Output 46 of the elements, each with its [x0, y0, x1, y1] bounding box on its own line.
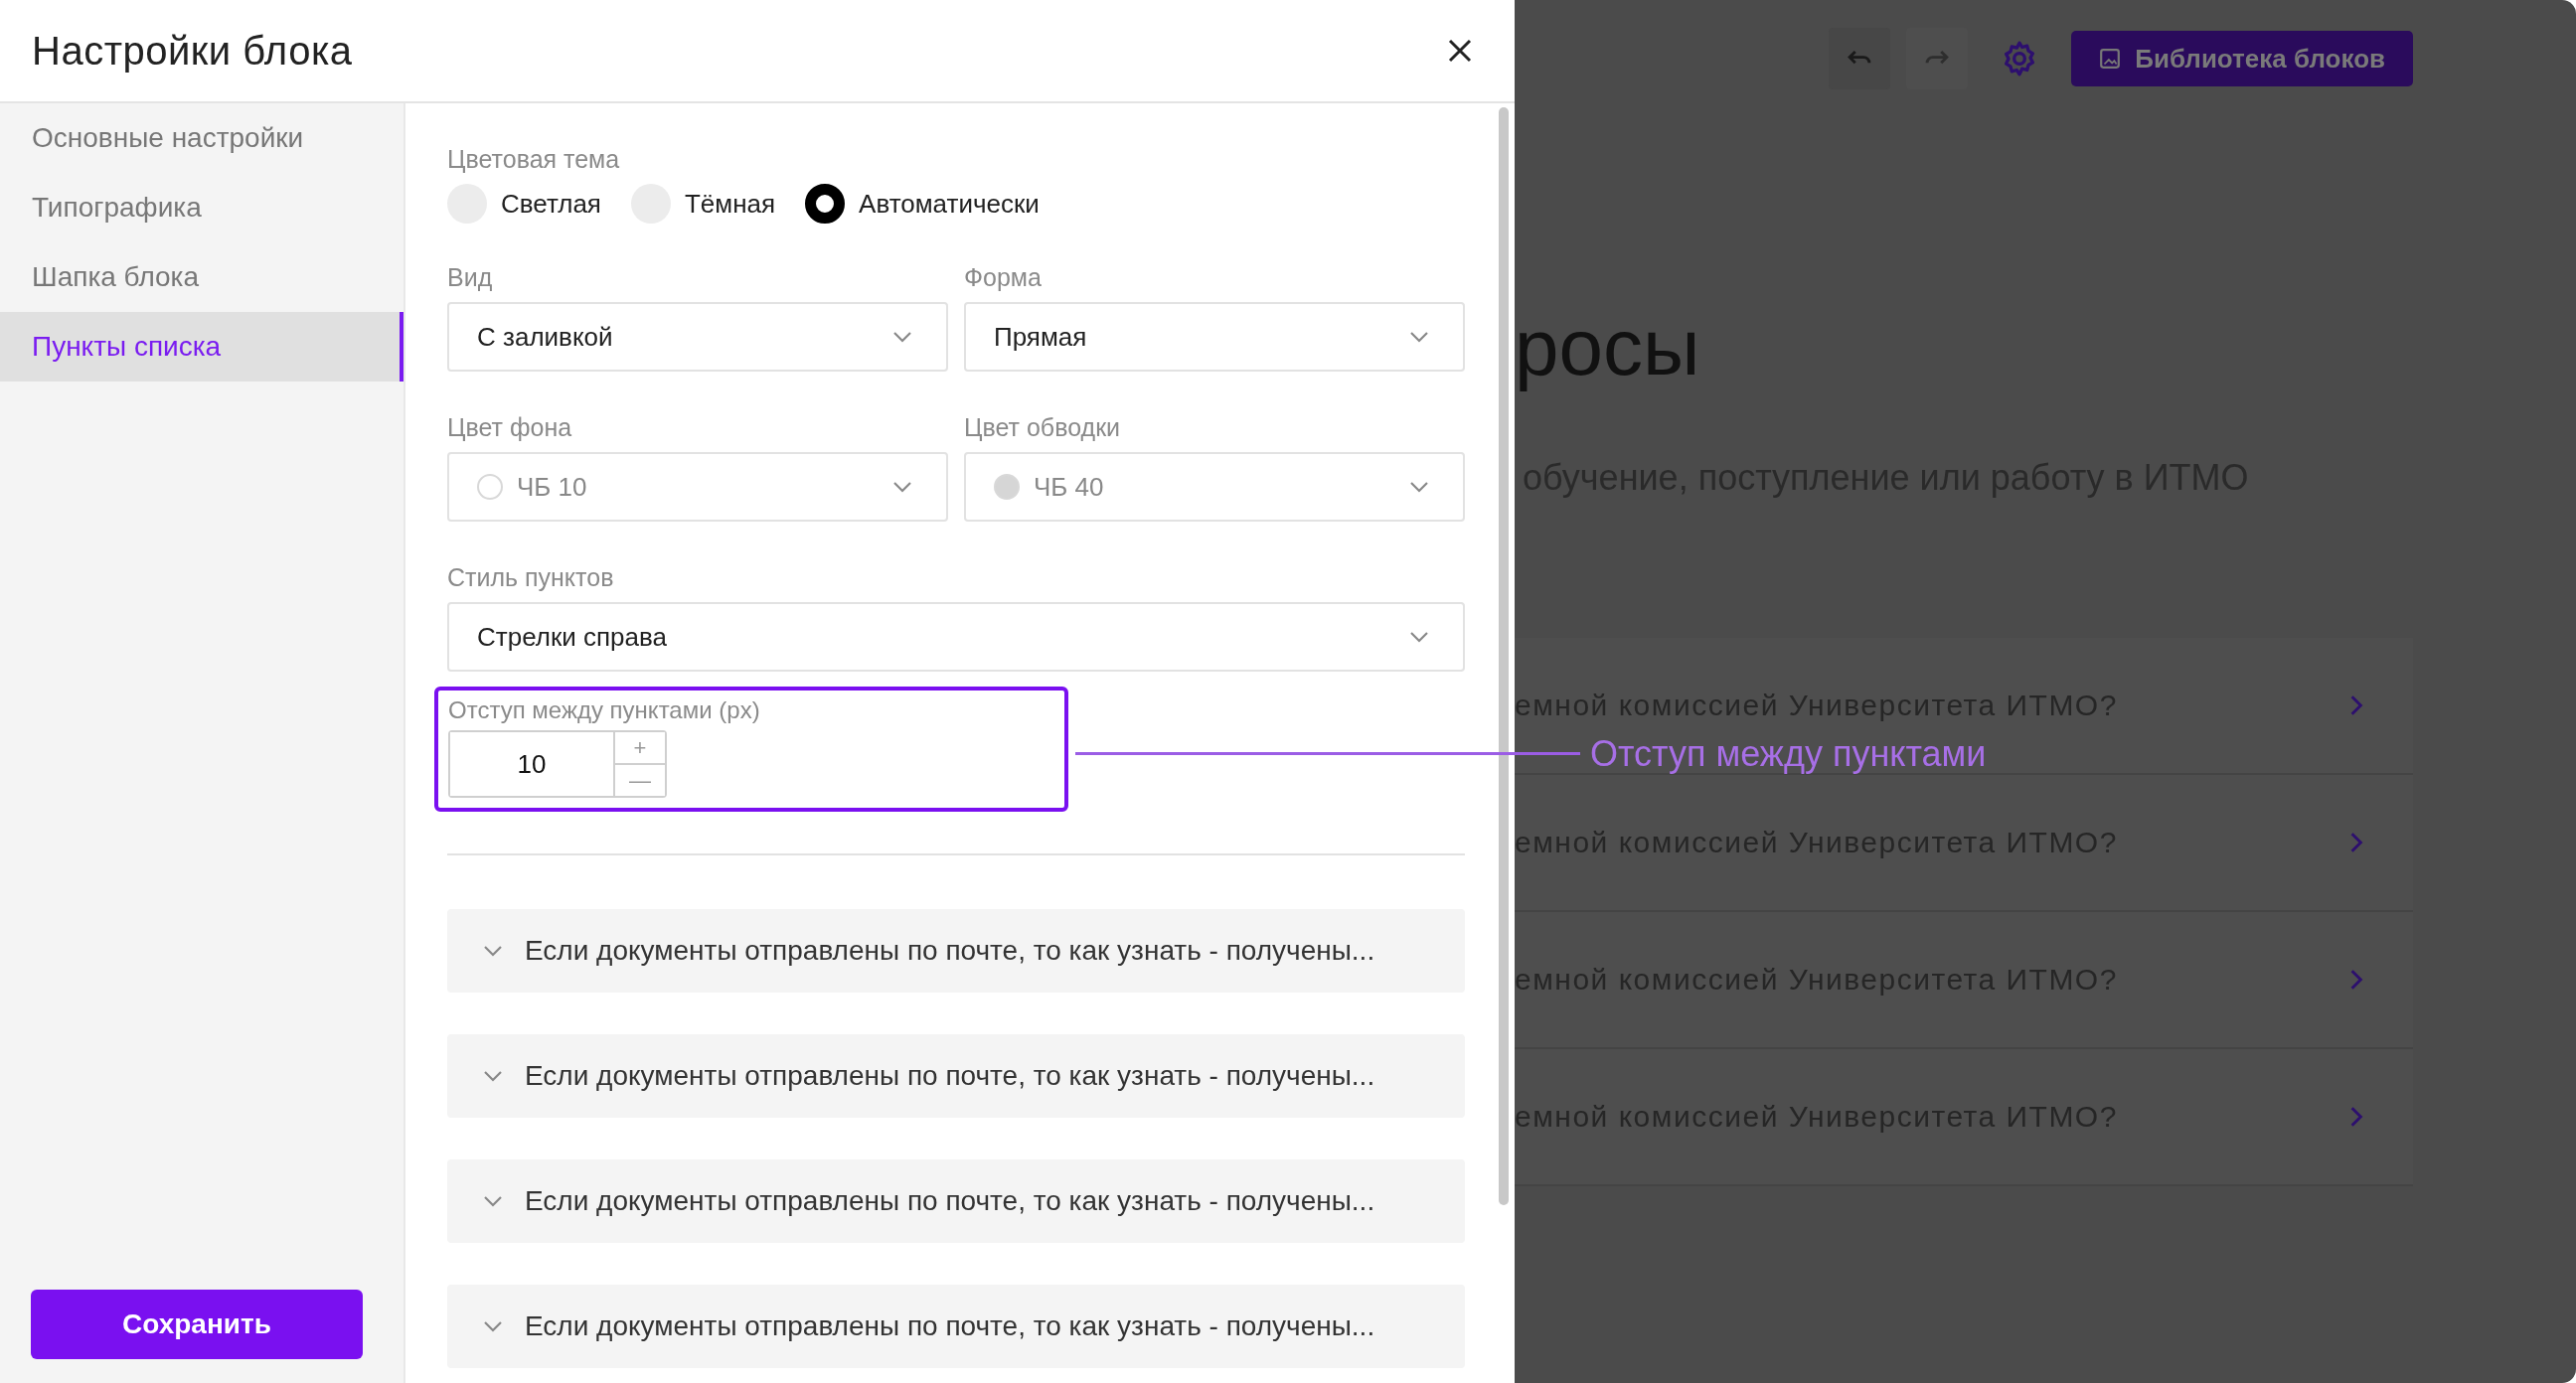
radio-label: Автоматически [859, 188, 1040, 220]
dropdown-field[interactable]: С заливкой [447, 302, 948, 372]
chevron-down-icon [483, 1070, 503, 1082]
sidebar-item[interactable]: Шапка блока [0, 242, 403, 312]
sidebar-item[interactable]: Пункты списка [0, 312, 403, 382]
field-label: Вид [447, 263, 493, 292]
accordion-item[interactable]: Если документы отправлены по почте, то как узнать - получены... [447, 909, 1465, 993]
chevron-down-icon [1409, 331, 1429, 343]
sidebar-item[interactable]: Типографика [0, 173, 403, 242]
field-label: Цвет обводки [964, 413, 1121, 442]
accordion-item[interactable]: Если документы отправлены по почте, то как узнать - получены... [447, 1285, 1465, 1368]
dropdown-field[interactable]: ЧБ 10 [447, 452, 948, 522]
field-label: Цветовая тема [447, 145, 620, 174]
save-button[interactable]: Сохранить [31, 1290, 363, 1359]
decrement-button[interactable]: — [615, 763, 665, 796]
radio-button[interactable] [805, 184, 846, 224]
dropdown-field[interactable]: Стрелки справа [447, 602, 1465, 672]
radio-label: Тёмная [684, 188, 776, 220]
callout-label: Отступ между пунктами [1590, 733, 1987, 775]
field-label: Отступ между пунктами (px) [448, 696, 760, 724]
sidebar-item[interactable]: Основные настройки [0, 103, 403, 173]
scrollbar-thumb[interactable] [1499, 107, 1509, 1205]
dropdown-field[interactable]: ЧБ 40 [964, 452, 1465, 522]
radio-label: Светлая [501, 188, 601, 220]
field-label: Форма [964, 263, 1042, 292]
chevron-right-icon [2349, 832, 2363, 853]
chevron-down-icon [483, 945, 503, 957]
undo-icon[interactable] [1829, 28, 1891, 89]
chevron-down-icon [483, 1320, 503, 1332]
field-label: Цвет фона [447, 413, 572, 442]
chevron-down-icon [483, 1195, 503, 1207]
chevron-down-icon [1409, 631, 1429, 643]
block-library-button[interactable]: Библиотека блоков [2071, 31, 2413, 86]
chevron-down-icon [1409, 481, 1429, 493]
dialog-title: Настройки блока [32, 28, 353, 74]
dropdown-field[interactable]: Прямая [964, 302, 1465, 372]
chevron-right-icon [2349, 1106, 2363, 1128]
accordion-item[interactable]: Если документы отправлены по почте, то как узнать - получены... [447, 1034, 1465, 1118]
chevron-right-icon [2349, 969, 2363, 991]
image-icon [2099, 48, 2122, 70]
chevron-right-icon [2349, 694, 2363, 716]
chevron-down-icon [892, 481, 912, 493]
field-label: Стиль пунктов [447, 563, 614, 592]
number-stepper[interactable]: 10 + — [448, 730, 667, 798]
chevron-down-icon [892, 331, 912, 343]
accordion-item[interactable]: Если документы отправлены по почте, то как узнать - получены... [447, 1159, 1465, 1243]
